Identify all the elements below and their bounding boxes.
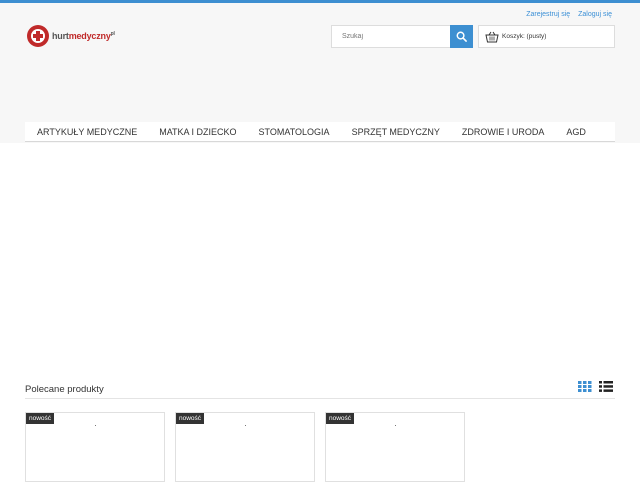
nav-item-zdrowie-i-uroda[interactable]: ZDROWIE I URODA <box>451 127 556 137</box>
register-link[interactable]: Zarejestruj się <box>526 11 570 18</box>
search-icon <box>456 31 467 42</box>
nav-item-artykuly-medyczne[interactable]: ARTYKUŁY MEDYCZNE <box>25 127 148 137</box>
grid-view-icon[interactable] <box>578 381 592 392</box>
section-divider <box>25 398 615 399</box>
product-card[interactable]: nowość <box>25 412 165 482</box>
product-image-placeholder <box>395 425 396 426</box>
section-title: Polecane produkty <box>25 384 104 395</box>
search-input[interactable] <box>332 26 450 47</box>
search-box <box>331 25 473 48</box>
logo[interactable]: hurtmedycznypl <box>27 23 115 49</box>
logo-text: hurtmedycznypl <box>52 31 115 41</box>
user-links: Zarejestruj się Zaloguj się <box>520 11 612 18</box>
list-view-icon[interactable] <box>599 381 613 392</box>
product-image-placeholder <box>95 425 96 426</box>
product-image-placeholder <box>245 425 246 426</box>
product-card[interactable]: nowość <box>325 412 465 482</box>
new-badge: nowość <box>176 413 205 424</box>
basket-icon <box>485 31 499 42</box>
logo-cross-icon <box>27 25 49 47</box>
nav-item-matka-i-dziecko[interactable]: MATKA I DZIECKO <box>148 127 247 137</box>
product-card[interactable]: nowość <box>175 412 315 482</box>
new-badge: nowość <box>326 413 355 424</box>
cart-button[interactable]: Koszyk: (pusty) <box>478 25 615 48</box>
cart-label: Koszyk: (pusty) <box>502 33 547 40</box>
nav-item-agd[interactable]: AGD <box>555 127 597 137</box>
header: Zarejestruj się Zaloguj się hurtmedyczny… <box>0 3 640 143</box>
login-link[interactable]: Zaloguj się <box>578 11 612 18</box>
view-toggle <box>578 381 613 392</box>
new-badge: nowość <box>26 413 55 424</box>
search-button[interactable] <box>450 25 473 48</box>
nav-item-stomatologia[interactable]: STOMATOLOGIA <box>248 127 341 137</box>
nav-item-sprzet-medyczny[interactable]: SPRZĘT MEDYCZNY <box>341 127 451 137</box>
main-nav: ARTYKUŁY MEDYCZNE MATKA I DZIECKO STOMAT… <box>25 122 615 142</box>
